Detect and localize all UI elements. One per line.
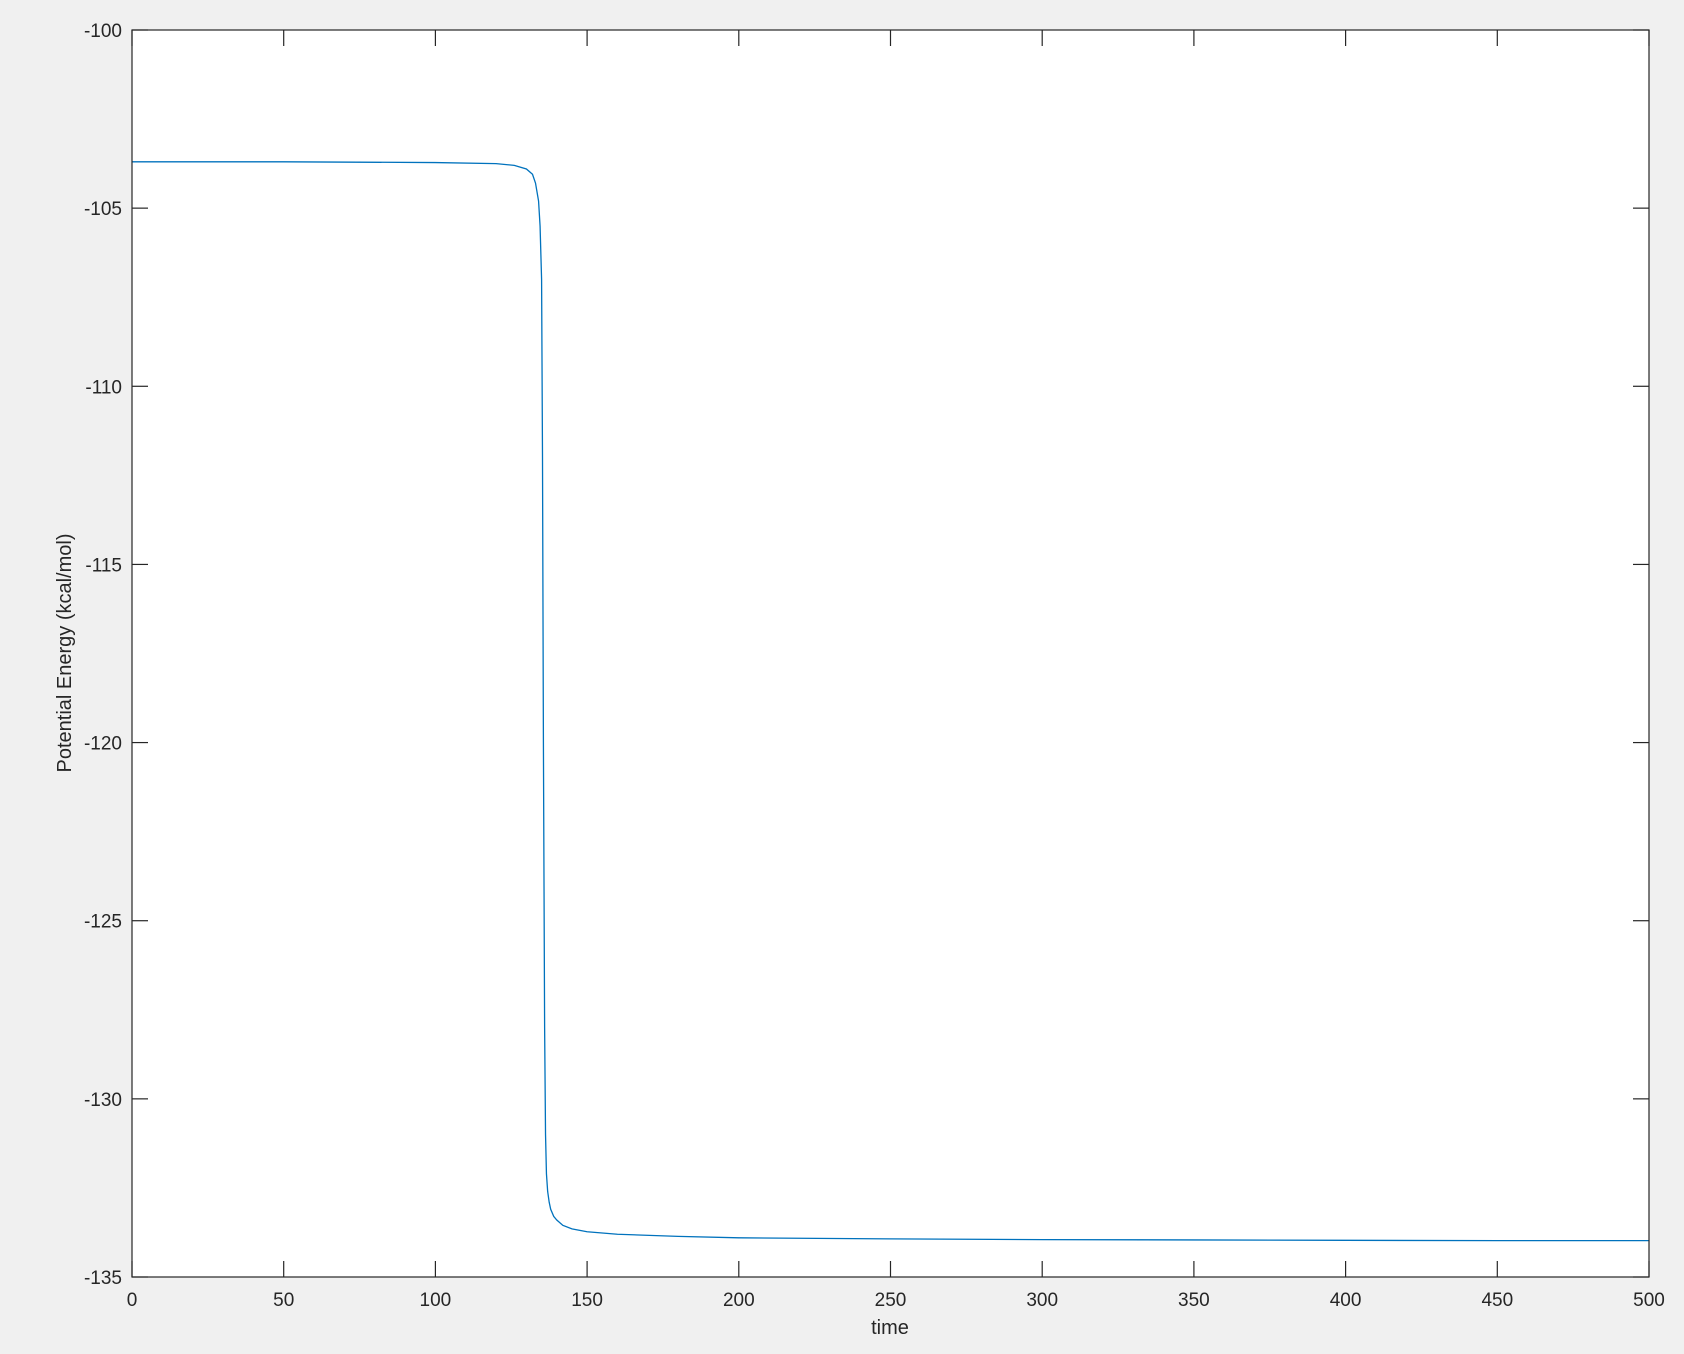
y-tick-label: -110 [85, 377, 122, 398]
y-tick-label: -120 [84, 734, 122, 755]
x-tick-label: 300 [1026, 1290, 1058, 1311]
x-tick-label: 250 [875, 1290, 907, 1311]
y-tick-label: -100 [84, 21, 122, 42]
y-axis-label: Potential Energy (kcal/mol) [54, 534, 76, 773]
y-tick-label: -115 [85, 555, 122, 576]
x-tick-label: 350 [1178, 1290, 1210, 1311]
x-tick-label: 500 [1633, 1290, 1665, 1311]
x-tick-label: 150 [571, 1290, 603, 1311]
x-tick-label: 200 [723, 1290, 755, 1311]
y-tick-label: -105 [84, 199, 122, 220]
x-tick-label: 450 [1481, 1290, 1513, 1311]
y-tick-label: -125 [84, 912, 122, 933]
x-tick-label: 100 [420, 1290, 452, 1311]
y-tick-label: -130 [84, 1090, 122, 1111]
x-tick-label: 50 [273, 1290, 294, 1311]
x-tick-label: 0 [127, 1290, 138, 1311]
x-tick-label: 400 [1330, 1290, 1362, 1311]
y-tick-label: -135 [84, 1268, 122, 1289]
plot-area [132, 30, 1649, 1277]
line-chart: 0 50 100 150 200 250 300 350 400 450 500 -135 -130 -1… [54, 21, 1665, 1339]
x-axis-label: time [871, 1317, 909, 1339]
